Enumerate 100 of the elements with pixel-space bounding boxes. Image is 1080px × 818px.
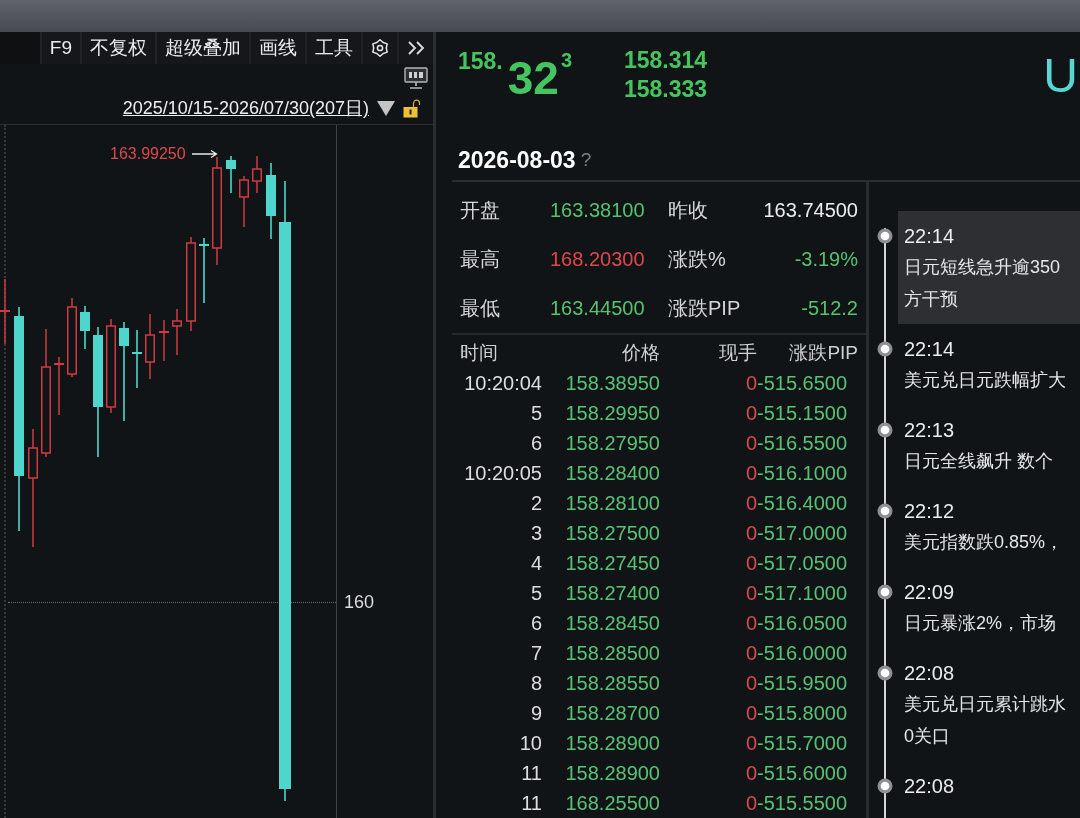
news-item[interactable]: 22:08 xyxy=(898,761,1080,810)
time-value: 9 xyxy=(530,701,542,725)
timeline-dot-icon xyxy=(877,503,893,519)
pip-change-value: -516.1000 xyxy=(757,461,848,485)
time-value: 10 xyxy=(519,731,542,755)
price-main-digits: 32 xyxy=(507,55,559,101)
pip-change-value: -516.5500 xyxy=(757,431,848,455)
news-item[interactable]: 22:09 日元暴涨2%，市场 xyxy=(898,567,1080,648)
news-headline: 日元短线急升逾350 方干预 xyxy=(904,256,1061,311)
price-value: 158.27500 xyxy=(565,521,660,545)
price-value: 158.28450 xyxy=(565,611,660,635)
volume-value: 0 xyxy=(745,731,757,755)
time-value: 11 xyxy=(521,761,542,785)
news-time: 22:14 xyxy=(904,337,955,362)
time-value: 2 xyxy=(530,491,542,515)
time-value: 7 xyxy=(530,641,542,665)
monitor-icon[interactable] xyxy=(404,67,428,89)
toolbar-button[interactable]: 工具 xyxy=(305,32,361,64)
stat-label: 最高 xyxy=(460,247,501,272)
time-value: 11 xyxy=(521,791,542,815)
column-header: 时间 xyxy=(460,341,498,365)
price-prefix: 158. xyxy=(458,47,503,75)
volume-value: 0 xyxy=(745,431,757,455)
padlock-icon[interactable] xyxy=(403,98,422,118)
news-time: 22:13 xyxy=(904,418,955,443)
axis-label: 160 xyxy=(344,592,375,613)
column-header: 价格 xyxy=(622,341,660,365)
date-title: 2026-08-03 xyxy=(458,146,576,174)
gear-icon xyxy=(371,39,389,57)
timeline-dot-icon xyxy=(877,341,893,357)
pip-change-value: -517.0000 xyxy=(757,521,848,545)
volume-value: 0 xyxy=(745,551,757,575)
stat-label: 昨收 xyxy=(668,198,709,223)
double-chevron-icon xyxy=(407,40,425,56)
pip-change-value: -516.0000 xyxy=(757,641,848,665)
timeline-dot-icon xyxy=(877,665,893,681)
price-value: 158.28700 xyxy=(565,701,660,725)
stat-label: 涨跌% xyxy=(668,247,727,272)
price-value: 168.25500 xyxy=(565,791,660,815)
stat-value: 163.44500 xyxy=(550,297,646,320)
news-headline: 日元暴涨2%，市场 xyxy=(904,612,1056,635)
news-headline: 日元全线飙升 数个 xyxy=(904,450,1053,473)
toolbar-button[interactable]: 超级叠加 xyxy=(155,32,249,64)
pip-change-value: -515.8000 xyxy=(757,701,848,725)
pip-change-value: -517.1000 xyxy=(757,581,848,605)
pip-change-value: -516.4000 xyxy=(757,491,848,515)
quote-price: 158.314 xyxy=(624,46,708,75)
volume-value: 0 xyxy=(745,581,757,605)
time-value: 10:20:05 xyxy=(464,461,542,485)
pip-change-value: -515.9500 xyxy=(757,671,848,695)
pip-change-value: -516.0500 xyxy=(757,611,848,635)
timeline-dot-icon xyxy=(877,422,893,438)
time-value: 10:20:04 xyxy=(464,371,542,395)
stat-label: 最低 xyxy=(460,296,501,321)
time-value: 5 xyxy=(530,401,542,425)
time-value: 6 xyxy=(530,611,542,635)
column-header: 现手 xyxy=(719,341,757,365)
news-time: 22:12 xyxy=(904,499,955,524)
pip-change-value: -515.6000 xyxy=(757,761,848,785)
pip-change-value: -515.6500 xyxy=(757,371,848,395)
price-value: 158.27450 xyxy=(565,551,660,575)
price-value: 158.28400 xyxy=(565,461,660,485)
volume-value: 0 xyxy=(745,761,757,785)
settings-button[interactable] xyxy=(361,32,397,64)
pip-change-value: -515.7000 xyxy=(757,731,848,755)
date-range-link[interactable]: 2025/10/15-2026/07/30(207日) xyxy=(122,96,369,120)
caret-down-icon[interactable] xyxy=(377,100,395,116)
time-value: 4 xyxy=(530,551,542,575)
more-button[interactable] xyxy=(397,32,433,64)
time-value: 5 xyxy=(530,581,542,605)
price-value: 158.28550 xyxy=(565,671,660,695)
volume-value: 0 xyxy=(745,371,757,395)
news-time: 22:14 xyxy=(904,224,955,249)
volume-value: 0 xyxy=(745,641,757,665)
news-item[interactable]: 22:14 美元兑日元跌幅扩大 xyxy=(898,324,1080,405)
column-header: 涨跌PIP xyxy=(789,341,858,365)
news-item[interactable]: 22:13 日元全线飙升 数个 xyxy=(898,405,1080,486)
news-item[interactable]: 22:08 美元兑日元累计跳水 0关口 xyxy=(898,648,1080,761)
pip-change-value: -515.5500 xyxy=(757,791,848,815)
stat-value: 163.38100 xyxy=(550,199,646,222)
toolbar-button[interactable]: 不复权 xyxy=(80,32,155,64)
news-item[interactable]: 22:12 美元指数跌0.85%， xyxy=(898,486,1080,567)
volume-value: 0 xyxy=(745,611,757,635)
stat-value: -512.2 xyxy=(801,297,858,320)
pip-change-value: -517.0500 xyxy=(757,551,848,575)
price-value: 158.27400 xyxy=(565,581,660,605)
price-pip-digit: 3 xyxy=(560,49,573,71)
volume-value: 0 xyxy=(745,401,757,425)
volume-value: 0 xyxy=(745,521,757,545)
toolbar-button[interactable]: 画线 xyxy=(249,32,305,64)
toolbar-button[interactable]: F9 xyxy=(39,32,80,64)
volume-value: 0 xyxy=(745,701,757,725)
price-value: 158.28100 xyxy=(565,491,660,515)
volume-value: 0 xyxy=(745,671,757,695)
help-mark[interactable]: ? xyxy=(580,149,592,171)
news-time: 22:09 xyxy=(904,580,955,605)
timeline-dot-icon xyxy=(877,584,893,600)
pip-change-value: -515.1500 xyxy=(757,401,848,425)
symbol-fragment: U xyxy=(1043,52,1078,100)
volume-value: 0 xyxy=(745,461,757,485)
